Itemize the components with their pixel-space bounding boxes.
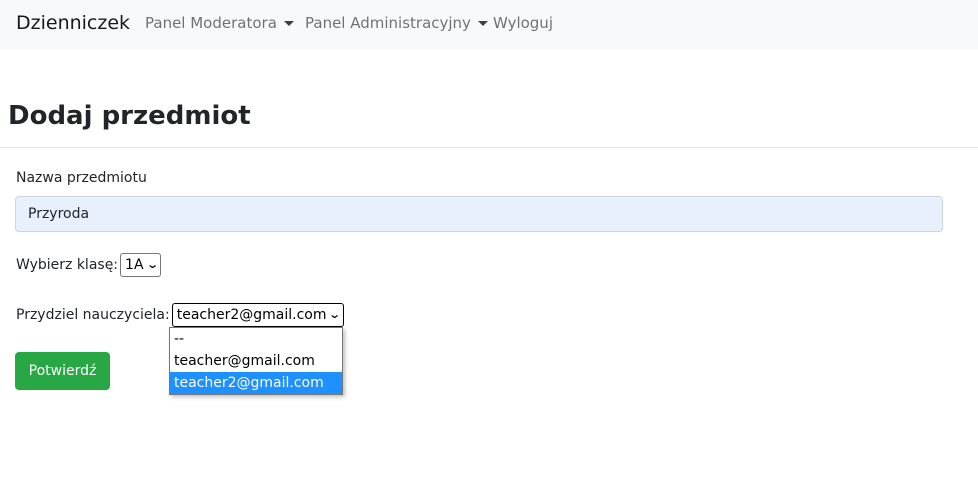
brand-link[interactable]: Dzienniczek — [16, 11, 130, 35]
subject-name-label: Nazwa przedmiotu — [16, 170, 147, 186]
caret-down-icon — [477, 21, 488, 26]
class-select-label: Wybierz klasę: — [16, 257, 119, 273]
teacher-options-list: -- teacher@gmail.com teacher2@gmail.com — [169, 327, 343, 395]
class-select-value: 1A — [125, 257, 144, 273]
teacher-option[interactable]: -- — [170, 328, 342, 350]
nav-panel-moderatora[interactable]: Panel Moderatora — [145, 13, 294, 33]
subject-name-input[interactable] — [15, 196, 943, 232]
teacher-select[interactable]: teacher2@gmail.com ⌄ — [171, 303, 344, 327]
submit-button[interactable]: Potwierdź — [15, 352, 110, 390]
chevron-down-icon: ⌄ — [328, 308, 342, 321]
divider — [0, 147, 978, 148]
nav-panel-administracyjny-label: Panel Administracyjny — [305, 14, 471, 32]
nav-panel-administracyjny[interactable]: Panel Administracyjny — [305, 13, 488, 33]
caret-down-icon — [283, 21, 294, 26]
nav-panel-moderatora-label: Panel Moderatora — [145, 14, 277, 32]
teacher-select-row: Przydziel nauczyciela: teacher2@gmail.co… — [16, 303, 344, 327]
page-title: Dodaj przedmiot — [8, 101, 251, 131]
class-select-row: Wybierz klasę: 1A ⌄ — [16, 253, 161, 277]
teacher-option[interactable]: teacher2@gmail.com — [170, 372, 342, 394]
nav-logout-link[interactable]: Wyloguj — [493, 13, 553, 33]
class-select[interactable]: 1A ⌄ — [120, 253, 161, 277]
teacher-option[interactable]: teacher@gmail.com — [170, 350, 342, 372]
teacher-select-label: Przydziel nauczyciela: — [16, 307, 170, 323]
nav-logout-label: Wyloguj — [493, 14, 553, 32]
chevron-down-icon: ⌄ — [145, 258, 159, 271]
top-navbar: Dzienniczek Panel Moderatora Panel Admin… — [0, 0, 978, 49]
teacher-select-value: teacher2@gmail.com — [176, 307, 327, 323]
